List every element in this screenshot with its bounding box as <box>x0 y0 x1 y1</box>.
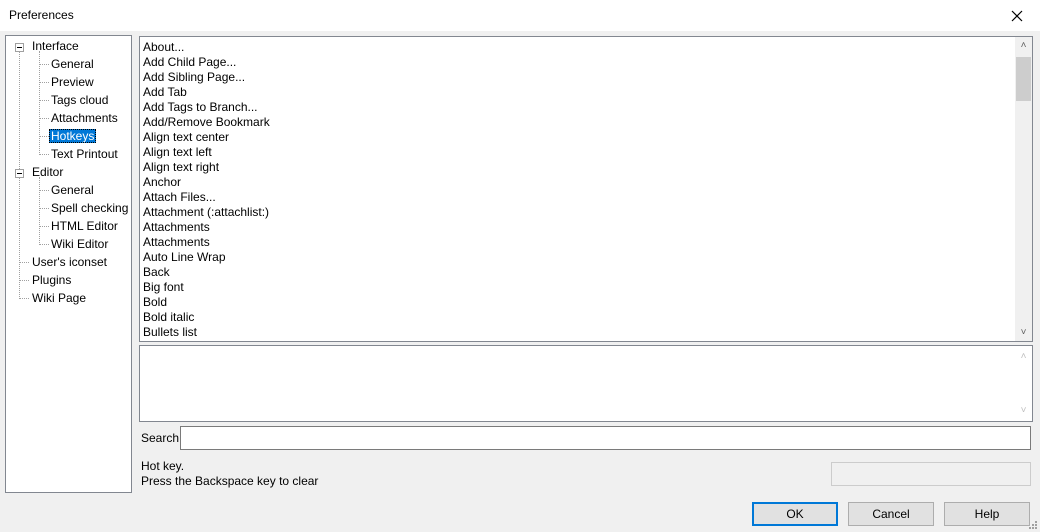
tree-item-wiki-page[interactable]: Wiki Page <box>30 289 88 307</box>
tree-connector <box>39 51 40 155</box>
tree-item-plugins[interactable]: Plugins <box>30 271 73 289</box>
scroll-down-arrow-icon[interactable]: ˅ <box>1015 324 1032 341</box>
hotkey-command-list[interactable]: About... Add Child Page... Add Sibling P… <box>139 36 1033 342</box>
list-item[interactable]: Add Child Page... <box>143 55 236 70</box>
tree-item-wiki-editor[interactable]: Wiki Editor <box>49 235 110 253</box>
list-item[interactable]: Add Tab <box>143 85 187 100</box>
list-item[interactable]: Auto Line Wrap <box>143 250 226 265</box>
list-item[interactable]: Attachment (:attachlist:) <box>143 205 269 220</box>
help-button[interactable]: Help <box>944 502 1030 526</box>
list-item[interactable]: Add Sibling Page... <box>143 70 245 85</box>
description-scrollbar[interactable]: ˄ ˅ <box>1015 346 1032 421</box>
search-label: Search <box>141 431 180 445</box>
list-item[interactable]: Bold <box>143 295 167 310</box>
list-item[interactable]: Add/Remove Bookmark <box>143 115 270 130</box>
list-item[interactable]: Align text center <box>143 130 229 145</box>
resize-grip-icon[interactable] <box>1028 520 1038 530</box>
hotkey-field[interactable] <box>831 462 1031 486</box>
list-item[interactable]: Bold italic <box>143 310 194 325</box>
category-tree[interactable]: Interface General Preview Tags cloud Att… <box>5 35 132 493</box>
scroll-up-arrow-icon[interactable]: ˄ <box>1015 37 1032 54</box>
ok-button[interactable]: OK <box>752 502 838 526</box>
list-scrollbar[interactable]: ˄ ˅ <box>1015 37 1032 341</box>
search-input[interactable] <box>180 426 1031 450</box>
tree-item-tags-cloud[interactable]: Tags cloud <box>49 91 110 109</box>
list-item[interactable]: About... <box>143 40 184 55</box>
list-item[interactable]: Bullets list <box>143 325 197 340</box>
list-item[interactable]: Big font <box>143 280 184 295</box>
tree-item-preview[interactable]: Preview <box>49 73 96 91</box>
list-item[interactable]: Anchor <box>143 175 181 190</box>
tree-item-editor[interactable]: Editor <box>30 163 65 181</box>
list-item[interactable]: Attachments <box>143 220 210 235</box>
cancel-button[interactable]: Cancel <box>848 502 934 526</box>
tree-connector <box>39 177 40 245</box>
list-item[interactable]: Back <box>143 265 170 280</box>
tree-item-editor-general[interactable]: General <box>49 181 96 199</box>
list-item[interactable]: Attach Files... <box>143 190 216 205</box>
list-item[interactable]: Align text right <box>143 160 219 175</box>
hint-line-1: Hot key. <box>141 459 185 473</box>
hint-line-2: Press the Backspace key to clear <box>141 474 319 488</box>
collapse-toggle-interface[interactable] <box>15 43 24 52</box>
list-item[interactable]: Attachments <box>143 235 210 250</box>
tree-item-users-iconset[interactable]: User's iconset <box>30 253 109 271</box>
close-icon <box>1011 10 1023 21</box>
collapse-toggle-editor[interactable] <box>15 169 24 178</box>
window-title: Preferences <box>9 8 74 22</box>
tree-item-interface[interactable]: Interface <box>30 37 81 55</box>
tree-item-hotkeys[interactable]: Hotkeys <box>49 127 97 145</box>
list-item[interactable]: Add Tags to Branch... <box>143 100 258 115</box>
description-box[interactable]: ˄ ˅ <box>139 345 1033 422</box>
list-item[interactable]: Align text left <box>143 145 212 160</box>
scroll-up-arrow-icon[interactable]: ˄ <box>1015 348 1032 365</box>
tree-item-html-editor[interactable]: HTML Editor <box>49 217 120 235</box>
tree-item-text-printout[interactable]: Text Printout <box>49 145 120 163</box>
close-button[interactable] <box>994 0 1040 31</box>
tree-item-attachments[interactable]: Attachments <box>49 109 120 127</box>
title-bar: Preferences <box>0 0 1040 31</box>
scroll-down-arrow-icon[interactable]: ˅ <box>1015 402 1032 419</box>
scrollbar-thumb[interactable] <box>1016 57 1031 101</box>
tree-item-spell-checking[interactable]: Spell checking <box>49 199 130 217</box>
tree-item-general[interactable]: General <box>49 55 96 73</box>
